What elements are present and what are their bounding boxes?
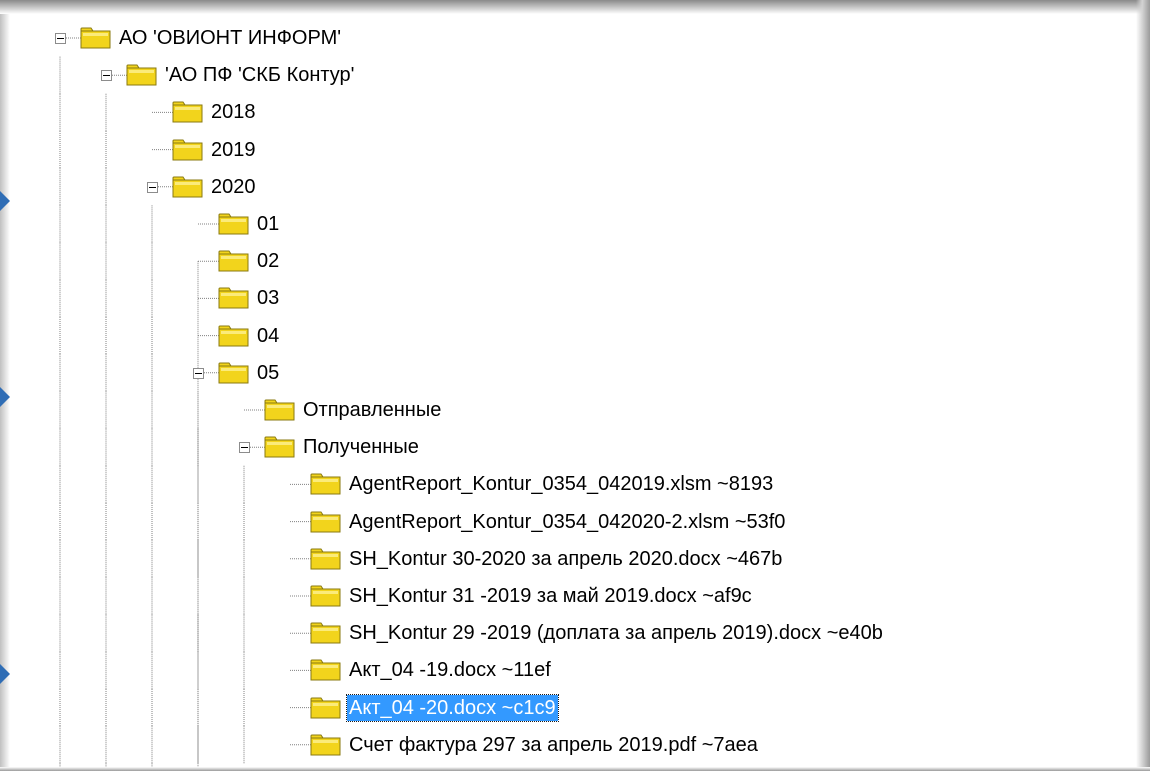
pointer-arrow-icon — [0, 663, 10, 685]
tree-node-label[interactable]: 04 — [255, 323, 281, 349]
tree-node-file[interactable]: SH_Kontur 31 -2019 за май 2019.docx ~af9… — [0, 577, 1150, 614]
collapse-toggle-icon[interactable] — [193, 367, 204, 379]
tree-node-company[interactable]: 'АО ПФ 'СКБ Контур' — [0, 57, 1150, 94]
tree-node-year-2018[interactable]: 2018 — [0, 94, 1150, 131]
tree-node-month-02[interactable]: 02 — [0, 243, 1150, 280]
tree-node-label[interactable]: AgentReport_Kontur_0354_042019.xlsm ~819… — [347, 471, 775, 497]
tree-node-label[interactable]: Акт_04 -20.docx ~c1c9 — [346, 693, 559, 722]
folder-icon — [310, 622, 341, 644]
tree-node-label[interactable]: 2020 — [209, 174, 258, 200]
tree-node-file[interactable]: AgentReport_Kontur_0354_042020-2.xlsm ~5… — [0, 503, 1150, 540]
window-shadow-right — [1136, 0, 1150, 771]
tree-node-label[interactable]: Акт_04 -19.docx ~11ef — [347, 657, 553, 683]
tree-node-label[interactable]: АО 'ОВИОНТ ИНФОРМ' — [117, 25, 343, 51]
folder-icon — [172, 139, 203, 161]
tree-node-label[interactable]: SH_Kontur 29 -2019 (доплата за апрель 20… — [347, 620, 885, 646]
tree-node-label[interactable]: 02 — [255, 248, 281, 274]
tree-node-label[interactable]: 2018 — [209, 99, 258, 125]
tree-node-org[interactable]: АО 'ОВИОНТ ИНФОРМ' — [0, 19, 1150, 56]
tree-node-label[interactable]: 05 — [255, 360, 281, 386]
tree-node-label[interactable]: Отправленные — [301, 397, 443, 423]
tree-node-file[interactable]: Акт_04 -19.docx ~11ef — [0, 652, 1150, 689]
tree-node-file[interactable]: Акт_04 -20.docx ~c1c9 — [0, 689, 1150, 726]
folder-icon — [310, 473, 341, 495]
tree-node-label[interactable]: Счет фактура 297 за апрель 2019.pdf ~7ae… — [347, 732, 760, 758]
tree-node-subfolder[interactable]: Полученные — [0, 429, 1150, 466]
folder-tree: АО 'ОВИОНТ ИНФОРМ' 'АО ПФ 'СКБ Контур' 201… — [0, 0, 1150, 771]
folder-icon — [310, 697, 341, 719]
tree-node-label[interactable]: 01 — [255, 211, 281, 237]
folder-icon — [218, 250, 249, 272]
folder-icon — [172, 176, 203, 198]
tree-node-label[interactable]: 2019 — [209, 137, 258, 163]
tree-node-label[interactable]: 'АО ПФ 'СКБ Контур' — [163, 62, 356, 88]
tree-node-year-2019[interactable]: 2019 — [0, 131, 1150, 168]
tree-node-month-05[interactable]: 05 — [0, 354, 1150, 391]
tree-node-year-2020[interactable]: 2020 — [0, 168, 1150, 205]
tree-view-window: АО 'ОВИОНТ ИНФОРМ' 'АО ПФ 'СКБ Контур' 201… — [0, 0, 1150, 771]
tree-node-label[interactable]: 03 — [255, 285, 281, 311]
tree-node-subfolder[interactable]: Отправленные — [0, 391, 1150, 428]
collapse-toggle-icon[interactable] — [101, 70, 112, 82]
folder-icon — [80, 27, 111, 49]
folder-icon — [218, 325, 249, 347]
folder-icon — [218, 362, 249, 384]
pointer-arrow-icon — [0, 386, 10, 408]
pointer-arrow-icon — [0, 190, 10, 212]
tree-node-file[interactable]: AgentReport_Kontur_0354_042019.xlsm ~819… — [0, 466, 1150, 503]
folder-icon — [310, 511, 341, 533]
folder-icon — [126, 64, 157, 86]
tree-node-file[interactable]: SH_Kontur 30-2020 за апрель 2020.docx ~4… — [0, 540, 1150, 577]
collapse-toggle-icon[interactable] — [147, 181, 158, 193]
folder-icon — [310, 548, 341, 570]
tree-node-label[interactable]: SH_Kontur 30-2020 за апрель 2020.docx ~4… — [347, 546, 784, 572]
tree-node-label[interactable]: SH_Kontur 31 -2019 за май 2019.docx ~af9… — [347, 583, 754, 609]
collapse-toggle-icon[interactable] — [239, 442, 250, 454]
window-shadow-top — [0, 0, 1150, 14]
tree-node-label[interactable]: Полученные — [301, 434, 421, 460]
tree-node-month-03[interactable]: 03 — [0, 280, 1150, 317]
tree-node-month-04[interactable]: 04 — [0, 317, 1150, 354]
folder-icon — [310, 585, 341, 607]
folder-icon — [264, 436, 295, 458]
window-shadow-bottom — [0, 767, 1150, 771]
folder-icon — [218, 287, 249, 309]
folder-icon — [264, 399, 295, 421]
collapse-toggle-icon[interactable] — [55, 32, 66, 44]
folder-icon — [172, 101, 203, 123]
folder-icon — [310, 659, 341, 681]
tree-node-file[interactable]: Счет фактура 297 за апрель 2019.pdf ~7ae… — [0, 726, 1150, 763]
tree-node-file[interactable]: SH_Kontur 29 -2019 (доплата за апрель 20… — [0, 615, 1150, 652]
folder-icon — [310, 734, 341, 756]
tree-node-label[interactable]: AgentReport_Kontur_0354_042020-2.xlsm ~5… — [347, 509, 787, 535]
folder-icon — [218, 213, 249, 235]
tree-node-month-01[interactable]: 01 — [0, 205, 1150, 242]
